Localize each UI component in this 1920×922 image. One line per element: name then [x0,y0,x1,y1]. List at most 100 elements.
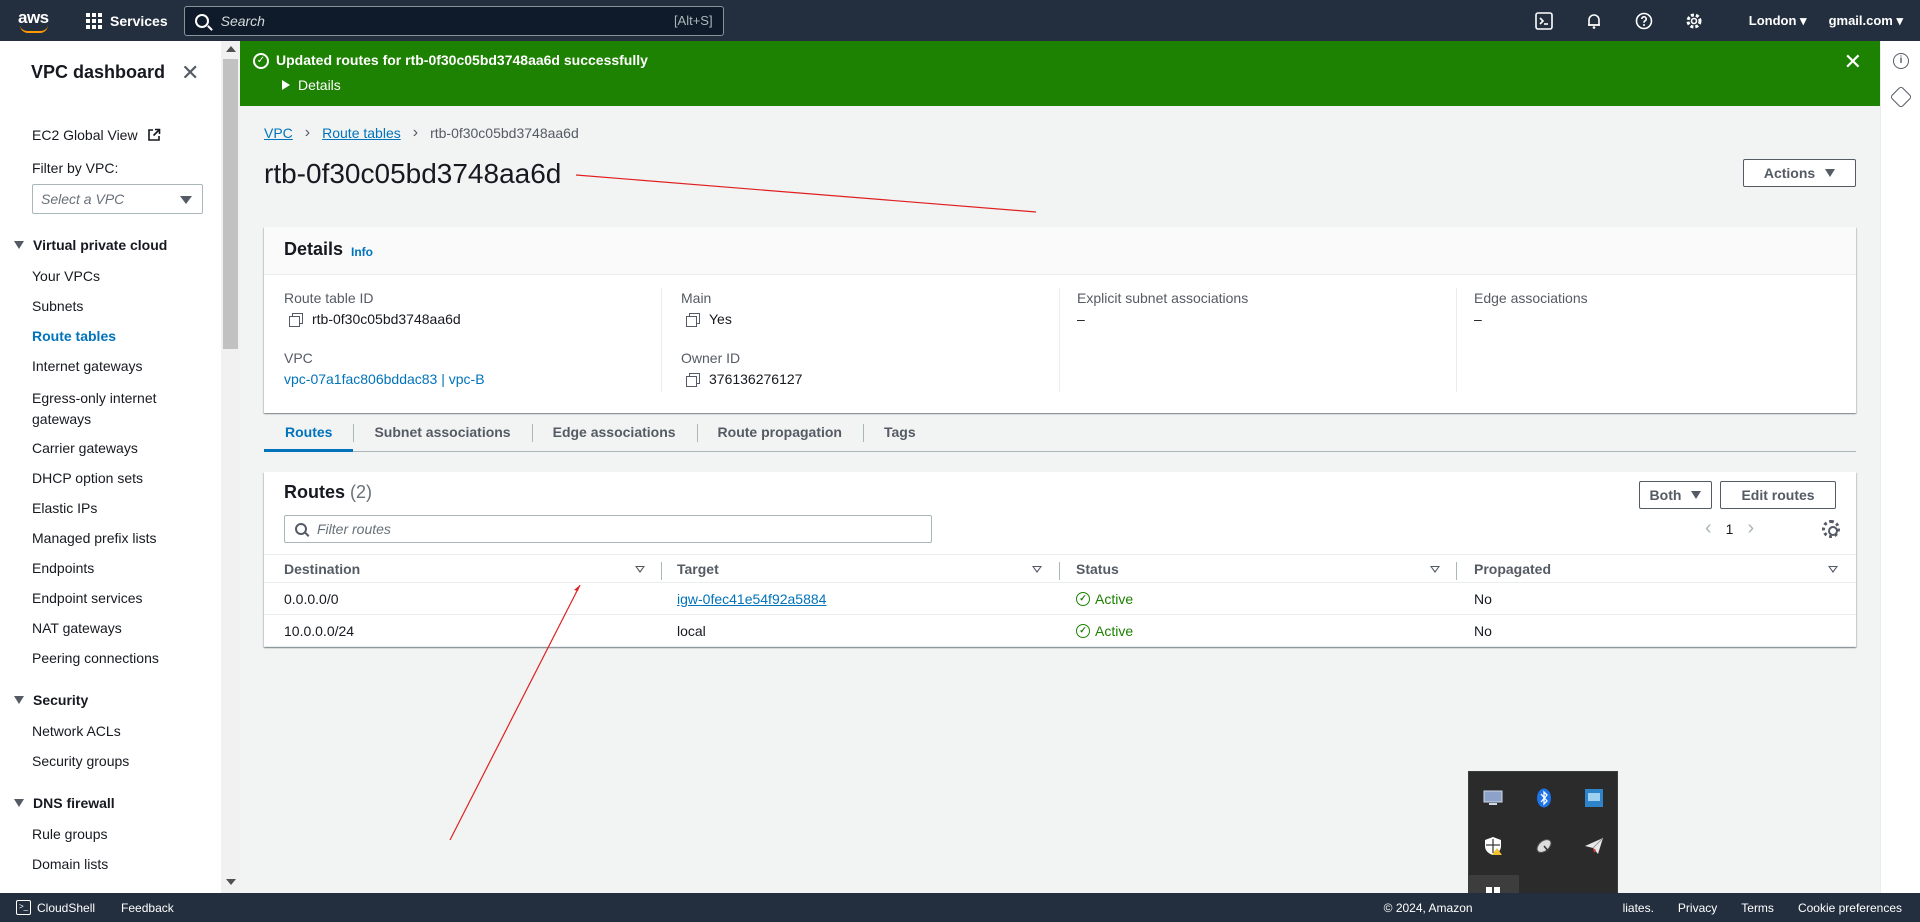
tab-tags[interactable]: Tags [862,416,937,452]
help-icon[interactable] [1634,11,1654,31]
caret-down-icon [1825,169,1836,177]
current-page-number[interactable]: 1 [1726,521,1734,537]
scroll-down-arrow-icon[interactable] [226,879,236,885]
feedback-link[interactable]: Feedback [121,901,174,915]
send-paper-plane-icon[interactable] [1584,836,1604,856]
sidebar-item-domain-lists[interactable]: Domain lists [32,856,108,872]
services-menu-button[interactable]: Services [86,12,168,29]
table-preferences-gear-icon[interactable] [1822,520,1840,538]
sidebar-item-peering-connections[interactable]: Peering connections [32,650,159,666]
scroll-up-arrow-icon[interactable] [226,46,236,52]
sidebar-item-rule-groups[interactable]: Rule groups [32,826,108,842]
tab-routes[interactable]: Routes [264,416,354,452]
sort-icon[interactable] [635,566,645,573]
scrollbar-thumb[interactable] [223,59,238,349]
side-navigation: VPC dashboard ✕ EC2 Global View Filter b… [0,41,221,893]
caret-right-icon [282,80,290,90]
target-link[interactable]: igw-0fec41e54f92a5884 [677,591,826,607]
column-resizer[interactable] [1456,562,1457,580]
routes-table-header: Destination Target Status Propagated [264,554,1856,583]
sidebar-item-internet-gateways[interactable]: Internet gateways [32,358,143,374]
column-header-target[interactable]: Target [677,561,719,577]
sidebar-item-egress-only-internet-gateways[interactable]: Egress-only internet gateways [32,388,157,430]
actions-button[interactable]: Actions [1743,159,1856,187]
routes-table: Destination Target Status Propagated 0.0… [264,554,1856,647]
region-selector[interactable]: London ▾ [1749,13,1807,29]
sort-icon[interactable] [1032,566,1042,573]
details-info-link[interactable]: Info [351,245,373,259]
bluetooth-icon[interactable] [1534,788,1554,808]
sidebar-item-endpoints[interactable]: Endpoints [32,560,94,576]
cookie-preferences-link[interactable]: Cookie preferences [1798,901,1902,915]
status-text: Active [1095,591,1134,607]
column-header-destination[interactable]: Destination [284,561,360,577]
dismiss-flash-icon[interactable]: ✕ [1844,49,1862,75]
sidebar-section-dns-firewall[interactable]: DNS firewall [14,795,115,811]
sidebar-item-dhcp-option-sets[interactable]: DHCP option sets [32,470,143,486]
sidebar-section-virtual-private-cloud[interactable]: Virtual private cloud [14,237,167,253]
copy-icon[interactable] [289,312,303,327]
sidebar-item-elastic-ips[interactable]: Elastic IPs [32,500,97,516]
vpc-filter-select[interactable]: Select a VPC [32,184,203,214]
tab-route-propagation[interactable]: Route propagation [696,416,863,452]
notifications-bell-icon[interactable] [1584,11,1604,31]
copy-icon[interactable] [686,372,700,387]
copyright-text: © 2024, Amazon [1383,900,1473,915]
status-cell: ✓ Active [1076,591,1133,607]
sidebar-item-your-vpcs[interactable]: Your VPCs [32,268,100,284]
tools-icon[interactable] [1889,85,1913,109]
edit-routes-button[interactable]: Edit routes [1720,481,1836,509]
column-resizer[interactable] [661,562,662,580]
main-value-text: Yes [709,311,732,327]
breadcrumb-route-tables-link[interactable]: Route tables [322,125,401,141]
terms-link[interactable]: Terms [1741,901,1774,915]
sidebar-item-ec2-global-view[interactable]: EC2 Global View [32,127,161,143]
status-text: Active [1095,623,1134,639]
sidebar-item-network-acls[interactable]: Network ACLs [32,723,121,739]
cloudshell-footer-button[interactable]: >_ CloudShell [16,900,95,915]
breadcrumb-vpc-link[interactable]: VPC [264,125,293,141]
column-resizer[interactable] [1059,562,1060,580]
sidebar-item-security-groups[interactable]: Security groups [32,753,129,769]
close-sidenav-icon[interactable]: ✕ [181,62,199,84]
aws-logo[interactable]: aws [18,6,52,36]
satellite-dish-icon[interactable] [1534,836,1554,856]
copy-icon[interactable] [686,312,700,327]
chevron-right-icon[interactable]: › [1747,517,1754,540]
sidebar-item-managed-prefix-lists[interactable]: Managed prefix lists [32,530,157,546]
details-panel: Details Info Route table ID rtb-0f30c05b… [264,227,1856,413]
sidebar-section-security[interactable]: Security [14,692,88,708]
sidenav-scrollbar[interactable] [221,41,240,893]
column-header-status[interactable]: Status [1076,561,1119,577]
info-icon[interactable]: i [1893,53,1909,69]
sort-icon[interactable] [1828,566,1838,573]
tab-subnet-associations[interactable]: Subnet associations [353,416,531,452]
sidebar-item-route-tables[interactable]: Route tables [32,328,116,344]
search-shortcut-hint: [Alt+S] [673,13,713,28]
account-menu[interactable]: gmail.com ▾ [1829,13,1903,29]
column-header-propagated[interactable]: Propagated [1474,561,1551,577]
cloudshell-icon[interactable] [1534,11,1554,31]
security-shield-icon[interactable] [1483,836,1503,856]
sidebar-item-endpoint-services[interactable]: Endpoint services [32,590,143,606]
filter-by-vpc-label: Filter by VPC: [32,160,119,176]
flash-message: Updated routes for rtb-0f30c05bd3748aa6d… [276,52,648,68]
chevron-left-icon[interactable]: ‹ [1705,517,1712,540]
network-monitor-icon[interactable] [1584,788,1604,808]
filter-routes-input[interactable]: Filter routes [284,515,932,543]
flash-details-toggle[interactable]: Details [282,77,341,93]
global-search-input[interactable]: Search [Alt+S] [183,5,724,36]
tab-edge-associations[interactable]: Edge associations [531,416,697,452]
sidebar-item-nat-gateways[interactable]: NAT gateways [32,620,122,636]
settings-gear-icon[interactable] [1684,11,1704,31]
sidebar-item-carrier-gateways[interactable]: Carrier gateways [32,440,138,456]
sidebar-item-subnets[interactable]: Subnets [32,298,83,314]
details-title: Details [284,239,344,259]
display-settings-icon[interactable] [1483,788,1503,808]
sort-icon[interactable] [1430,566,1440,573]
vpc-link[interactable]: vpc-07a1fac806bddac83 | vpc-B [284,371,485,387]
privacy-link[interactable]: Privacy [1678,901,1717,915]
owner-id-label: Owner ID [681,350,741,366]
route-filter-both-select[interactable]: Both [1639,481,1712,509]
propagated-cell: No [1474,591,1492,607]
